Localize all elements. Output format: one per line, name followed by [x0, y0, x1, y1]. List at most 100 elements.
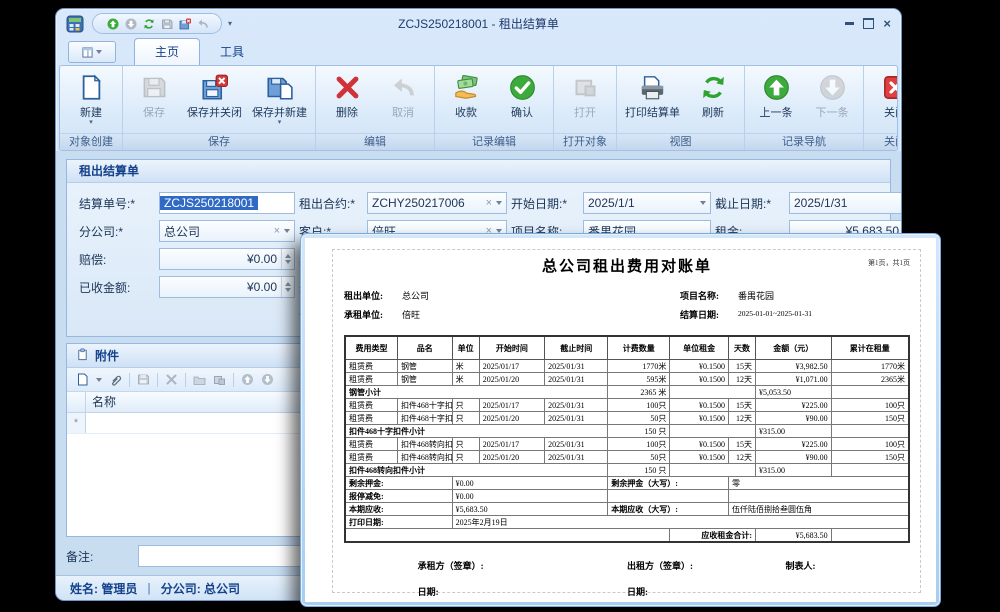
ribbon-group: 关闭关闭 [864, 66, 898, 150]
table-header-row: 费用类型品名单位开始时间截止时间计费数量单位租金天数金额（元）累计在租量 [345, 336, 909, 360]
refresh-icon[interactable] [143, 18, 155, 30]
chevron-down-icon[interactable] [496, 201, 502, 205]
end-date-label: 截止日期:* [715, 195, 785, 212]
ribbon-button-label: 上一条 [760, 104, 793, 120]
column-header: 单位 [452, 336, 479, 360]
branch-label: 分公司:* [79, 223, 155, 240]
save-icon [161, 18, 173, 30]
ribbon-group-label: 编辑 [316, 133, 434, 150]
ribbon-group: 新建▾对象创建 [60, 66, 123, 150]
lessor-value: 总公司 [402, 289, 429, 302]
column-header: 品名 [397, 336, 452, 360]
spinner[interactable] [281, 249, 294, 269]
report-title: 总公司租出费用对账单 [344, 255, 910, 276]
paperclip-icon[interactable] [109, 373, 122, 386]
column-header: 累计在租量 [831, 336, 909, 360]
chevron-down-icon[interactable] [96, 378, 102, 382]
close-window-button[interactable]: 关闭 [867, 69, 898, 133]
chevron-down-icon[interactable] [700, 201, 706, 205]
project-label: 项目名称: [680, 289, 738, 302]
clear-icon[interactable]: × [274, 226, 280, 237]
signature-section: 承租方（签章）: 出租方（签章）: 制表人: 日期: 日期: [344, 559, 910, 602]
save-icon [141, 70, 168, 104]
ribbon: 新建▾对象创建保存保存并关闭保存并新建▾保存删除取消编辑收款确认记录编辑打开打开… [59, 65, 898, 151]
tab-tools[interactable]: 工具 [200, 39, 264, 65]
quick-access-toolbar [92, 13, 222, 34]
tab-home[interactable]: 主页 [134, 38, 200, 65]
save-icon [137, 373, 150, 386]
lessor-sign-label: 出租方（签章）: [627, 559, 693, 572]
maximize-icon[interactable] [863, 18, 874, 29]
open-button: 打开 [557, 69, 613, 133]
new-row-marker: * [67, 413, 86, 433]
lessee-sign-label: 承租方（签章）: [418, 559, 484, 572]
period-value: 2025-01-01~2025-01-31 [738, 308, 812, 321]
compensation-label: 赔偿: [79, 251, 155, 268]
status-user: 姓名: 管理员 [70, 580, 137, 597]
form-icon [82, 47, 93, 58]
contract-combo[interactable]: ZCHY250217006× [367, 192, 507, 214]
report-page: 第1页，共1页 总公司租出费用对账单 租出单位:总公司 承租单位:倍旺 项目名称… [305, 238, 936, 602]
lessee-value: 倍旺 [402, 308, 420, 321]
column-header: 天数 [728, 336, 755, 360]
refresh-button[interactable]: 刷新 [685, 69, 741, 133]
minimize-icon[interactable] [845, 22, 854, 25]
ribbon-button-label: 保存 [143, 104, 165, 120]
column-header: 费用类型 [345, 336, 397, 360]
refresh-icon [700, 70, 727, 104]
undo-button: 取消 [375, 69, 431, 133]
clear-icon[interactable]: × [486, 198, 492, 209]
report-table: 费用类型品名单位开始时间截止时间计费数量单位租金天数金额（元）累计在租量 租赁费… [344, 335, 910, 543]
application-menu-button[interactable] [68, 41, 116, 63]
save-close-icon[interactable] [179, 18, 191, 30]
end-date-picker[interactable]: 2025/1/31 [789, 192, 901, 214]
ribbon-button-label: 关闭 [884, 104, 898, 120]
app-icon [66, 15, 84, 33]
confirm-button[interactable]: 确认 [494, 69, 550, 133]
table-row: 租赁费钢管米2025/01/202025/01/31595米¥0.150012天… [345, 373, 909, 386]
ribbon-group: 保存保存并关闭保存并新建▾保存 [123, 66, 316, 150]
settlement-no-label: 结算单号:* [79, 195, 155, 212]
delete-button[interactable]: 删除 [319, 69, 375, 133]
receive-payment-button[interactable]: 收款 [438, 69, 494, 133]
settlement-no-input[interactable]: ZCJS250218001 [159, 192, 295, 214]
chevron-down-icon[interactable] [284, 229, 290, 233]
period-label: 结算日期: [680, 308, 738, 321]
undo-icon [390, 70, 417, 104]
move-down-icon [261, 373, 274, 386]
previous-button[interactable]: 上一条 [748, 69, 804, 133]
preparer-label: 制表人: [785, 559, 815, 572]
spinner[interactable] [281, 277, 294, 297]
remark-label: 备注: [66, 548, 138, 565]
save-new-button[interactable]: 保存并新建▾ [247, 69, 312, 133]
table-row: 租赁费扣件468十字扣件只2025/01/202025/01/3150只¥0.1… [345, 412, 909, 425]
previous-record-icon[interactable] [107, 18, 119, 30]
print-button[interactable]: 打印结算单 [620, 69, 685, 133]
start-date-picker[interactable]: 2025/1/1 [583, 192, 711, 214]
next-button: 下一条 [804, 69, 860, 133]
chevron-down-icon: ▾ [278, 120, 282, 126]
report-preview-window: 第1页，共1页 总公司租出费用对账单 租出单位:总公司 承租单位:倍旺 项目名称… [300, 233, 941, 607]
ribbon-button-label: 删除 [336, 104, 358, 120]
column-header: 计费数量 [608, 336, 670, 360]
branch-combo[interactable]: 总公司× [159, 220, 295, 242]
compensation-spinbox[interactable]: ¥0.00 [159, 248, 295, 270]
save-close-button[interactable]: 保存并关闭 [182, 69, 247, 133]
close-window-icon [882, 70, 899, 104]
confirm-icon [509, 70, 536, 104]
ribbon-button-label: 下一条 [816, 104, 849, 120]
close-icon[interactable]: × [883, 19, 891, 29]
table-row: 打印日期:2025年2月19日 [345, 516, 909, 529]
table-row: 钢管小计2365 米¥5,053.50 [345, 386, 909, 399]
received-spinbox[interactable]: ¥0.00 [159, 276, 295, 298]
ribbon-group-label: 记录编辑 [435, 133, 553, 150]
previous-icon [763, 70, 790, 104]
new-attachment-icon[interactable] [76, 373, 89, 386]
ribbon-button-label: 刷新 [702, 104, 724, 120]
ribbon-button-label: 保存并关闭 [187, 104, 242, 120]
column-header: 截止时间 [545, 336, 608, 360]
start-date-label: 开始日期:* [511, 195, 579, 212]
new-document-button[interactable]: 新建▾ [63, 69, 119, 133]
ribbon-button-label: 打印结算单 [625, 104, 680, 120]
qat-menu-down-icon[interactable]: ▾ [228, 19, 232, 28]
